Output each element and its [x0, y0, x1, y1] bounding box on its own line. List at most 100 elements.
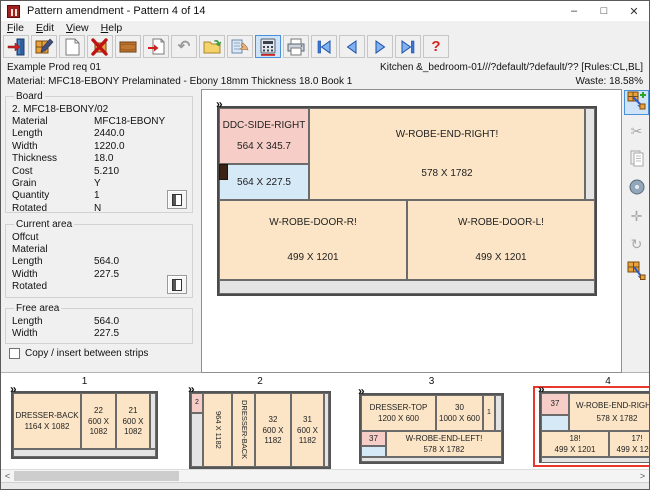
- edit-pattern-button[interactable]: [31, 35, 57, 58]
- board-cost-label: Cost: [12, 166, 94, 177]
- part-dims: 1200 X 600: [378, 414, 419, 423]
- add-part-icon: [627, 91, 647, 114]
- strip-marker: »: [188, 382, 195, 396]
- part-dims: 578 X 1782: [597, 414, 638, 423]
- cut-strip-button[interactable]: ✂: [624, 119, 649, 144]
- copy-pattern-button[interactable]: [143, 35, 169, 58]
- add-part-button[interactable]: [624, 90, 649, 115]
- board-grain-value: Y: [94, 178, 186, 189]
- thumbnail-scrollbar[interactable]: < >: [1, 469, 649, 482]
- current-area-group: Current area Offcut Material Length564.0…: [5, 219, 193, 298]
- part-dims: 600 X 1082: [86, 417, 112, 435]
- first-pattern-button[interactable]: [311, 35, 337, 58]
- part-ddc-side-right[interactable]: DDC-SIDE-RIGHT 564 X 345.7: [219, 108, 309, 164]
- new-pattern-button[interactable]: [59, 35, 85, 58]
- print-button[interactable]: [283, 35, 309, 58]
- open-button[interactable]: [199, 35, 225, 58]
- current-width-label: Width: [12, 269, 94, 280]
- side-toolbar: ✂ ✛ ↻: [622, 89, 650, 372]
- part-w-robe-door-r[interactable]: W-ROBE-DOOR-R! 499 X 1201: [219, 200, 407, 280]
- board-group-legend: Board: [14, 91, 45, 102]
- part-name: DRESSER-TOP: [370, 403, 428, 412]
- part-dims: 1000 X 600: [439, 414, 480, 423]
- undo-button[interactable]: ↶: [171, 35, 197, 58]
- part-name: DRESSER-BACK: [15, 411, 78, 420]
- board-button[interactable]: [115, 35, 141, 58]
- pattern-board: » DDC-SIDE-RIGHT 564 X 345.7 564 X 227.5…: [217, 106, 597, 296]
- scrollbar-thumb[interactable]: [14, 471, 179, 481]
- remove-part-button[interactable]: [624, 260, 649, 285]
- paste-strip-button[interactable]: [624, 147, 649, 172]
- board-width-value: 1220.0: [94, 141, 186, 152]
- thumbnail-pattern-3[interactable]: » DRESSER-TOP 1200 X 600 30 1000 X 600 1…: [359, 393, 504, 464]
- previous-pattern-button[interactable]: [339, 35, 365, 58]
- part-name: 2: [195, 399, 199, 407]
- current-material-label: Material: [12, 244, 94, 255]
- part-name: DRESSER-BACK: [239, 400, 248, 459]
- offcut-piece[interactable]: 564 X 227.5: [219, 164, 309, 200]
- thumb3-label: 3: [359, 376, 504, 387]
- copy-pattern-icon: [146, 37, 166, 57]
- current-sheet-button[interactable]: [167, 275, 187, 294]
- current-length-label: Length: [12, 256, 94, 267]
- menu-view[interactable]: View: [60, 22, 95, 34]
- board-grain-label: Grain: [12, 178, 94, 189]
- copy-insert-checkbox[interactable]: [9, 348, 20, 359]
- minimize-button[interactable]: –: [559, 1, 589, 21]
- exit-icon: [6, 37, 26, 57]
- free-area-legend: Free area: [14, 303, 61, 314]
- material-text: Material: MFC18-EBONY Prelaminated - Ebo…: [7, 76, 352, 87]
- edit-pattern-icon: [34, 37, 54, 57]
- menu-file[interactable]: File: [1, 22, 30, 34]
- thumbnail-pattern-4-selection: » 37 W-ROBE-END-RIGHT! 578 X 1782 18! 49…: [533, 386, 650, 467]
- pattern-thumbnails: 1 2 3 4 » DRESSER-BACK 1164 X 1082 22 60…: [1, 373, 649, 469]
- calculator-button[interactable]: [255, 35, 281, 58]
- part-name: 37: [369, 434, 378, 443]
- saw-button[interactable]: [624, 176, 649, 201]
- move-part-button[interactable]: ✛: [624, 204, 649, 229]
- job-text: Kitchen &_bedroom-01///?default/?default…: [380, 62, 643, 73]
- exit-button[interactable]: [3, 35, 29, 58]
- pattern-canvas[interactable]: » DDC-SIDE-RIGHT 564 X 345.7 564 X 227.5…: [201, 89, 622, 373]
- menu-help[interactable]: Help: [95, 22, 129, 34]
- part-name: 22: [94, 406, 103, 415]
- thumbnail-pattern-4[interactable]: » 37 W-ROBE-END-RIGHT! 578 X 1782 18! 49…: [539, 391, 650, 463]
- move-icon: ✛: [631, 208, 643, 225]
- close-button[interactable]: ✕: [619, 1, 649, 21]
- thumbnail-pattern-2[interactable]: » 2 964 X 1182 DRESSER-BACK 32 600 X 118…: [189, 391, 331, 469]
- part-name: 32: [269, 415, 278, 424]
- maximize-button[interactable]: □: [589, 1, 619, 21]
- part-dims: 600 X 1182: [260, 426, 286, 444]
- offcut-dims: 564 X 227.5: [237, 177, 291, 188]
- scroll-right-arrow[interactable]: >: [636, 470, 649, 482]
- part-dims: 600 X 1082: [120, 417, 146, 435]
- scroll-left-arrow[interactable]: <: [1, 470, 14, 482]
- board-sheet-button[interactable]: [167, 190, 187, 209]
- rotate-part-button[interactable]: ↻: [624, 232, 649, 257]
- part-name: 37: [551, 399, 560, 408]
- review-runs-button[interactable]: [227, 35, 253, 58]
- first-pattern-icon: [314, 37, 334, 57]
- last-pattern-button[interactable]: [395, 35, 421, 58]
- part-name: W-ROBE-DOOR-L!: [458, 217, 544, 228]
- free-width-label: Width: [12, 328, 94, 339]
- part-name: 21: [129, 406, 138, 415]
- part-name: W-ROBE-DOOR-R!: [269, 217, 357, 228]
- waste-strip-bottom[interactable]: [219, 280, 595, 294]
- board-selection: 2. MFC18-EBONY/02: [12, 104, 108, 115]
- waste-strip-right[interactable]: [585, 108, 595, 200]
- delete-pattern-icon: [90, 37, 110, 57]
- board-thickness-label: Thickness: [12, 153, 94, 164]
- part-name: W-ROBE-END-LEFT!: [406, 434, 483, 443]
- waste-text: Waste: 18.58%: [380, 76, 643, 87]
- thumbnail-pattern-1[interactable]: » DRESSER-BACK 1164 X 1082 22 600 X 1082…: [11, 391, 158, 459]
- menu-edit[interactable]: Edit: [30, 22, 60, 34]
- help-button[interactable]: ?: [423, 35, 449, 58]
- board-material-label: Material: [12, 116, 94, 127]
- menu-bar: File Edit View Help: [1, 21, 649, 34]
- part-w-robe-end-right[interactable]: W-ROBE-END-RIGHT! 578 X 1782: [309, 108, 585, 200]
- info-bar: Example Prod req 01 Material: MFC18-EBON…: [1, 59, 649, 89]
- part-w-robe-door-l[interactable]: W-ROBE-DOOR-L! 499 X 1201: [407, 200, 595, 280]
- delete-pattern-button[interactable]: [87, 35, 113, 58]
- next-pattern-button[interactable]: [367, 35, 393, 58]
